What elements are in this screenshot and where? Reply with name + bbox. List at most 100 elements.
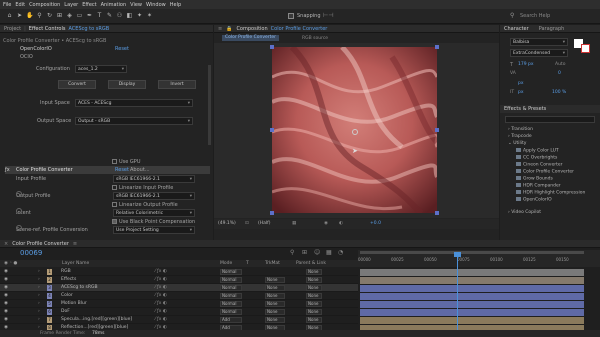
invert-button[interactable]: Invert bbox=[158, 80, 196, 89]
channel-icon[interactable]: ◉ bbox=[324, 221, 328, 226]
layer-switches[interactable]: ⁄ ƒx ◐ bbox=[155, 301, 167, 306]
expand-twirl-icon[interactable]: › bbox=[38, 309, 40, 314]
layer-parent-dropdown[interactable]: None bbox=[306, 309, 322, 315]
layer-duration-bar[interactable] bbox=[360, 317, 584, 324]
font-size-value[interactable]: 179 px bbox=[518, 62, 534, 67]
stroke-width-value[interactable]: px bbox=[518, 81, 524, 86]
layer-mode-dropdown[interactable]: Add bbox=[220, 317, 242, 323]
fit-icon[interactable]: ⊡ bbox=[245, 221, 249, 226]
black-point-box[interactable] bbox=[112, 219, 117, 224]
leading-value[interactable]: Auto bbox=[555, 62, 565, 67]
fx-toggle-icon[interactable]: ƒx bbox=[5, 167, 10, 173]
visibility-eye-icon[interactable]: ◉ bbox=[4, 277, 8, 282]
layer-handle[interactable] bbox=[435, 128, 439, 132]
menu-effect[interactable]: Effect bbox=[82, 2, 96, 8]
layer-duration-bar[interactable] bbox=[360, 277, 584, 284]
brush-tool-icon[interactable]: ✎ bbox=[106, 12, 113, 20]
layer-trkmat-dropdown[interactable]: None bbox=[265, 301, 285, 307]
layer-duration-bar[interactable] bbox=[360, 301, 584, 308]
layer-duration-bar[interactable] bbox=[360, 309, 584, 316]
camera-icon[interactable]: ◐ bbox=[339, 221, 343, 226]
eraser-tool-icon[interactable]: ◧ bbox=[126, 12, 133, 20]
layer-mode-dropdown[interactable]: Normal bbox=[220, 293, 242, 299]
opencolorio-reset-link[interactable]: Reset bbox=[115, 46, 129, 52]
effect-item[interactable]: HDR Compander bbox=[516, 183, 561, 189]
scrollbar[interactable] bbox=[208, 65, 211, 145]
column-trkmat[interactable]: TrkMat bbox=[265, 261, 280, 266]
layer-switches[interactable]: ⁄ ƒx ◐ bbox=[155, 285, 167, 290]
time-ruler[interactable]: 00000 00025 00050 00075 00100 00125 0015… bbox=[358, 250, 600, 267]
layer-duration-bar[interactable] bbox=[360, 285, 584, 292]
home-icon[interactable]: ⌂ bbox=[6, 12, 13, 20]
tab-target-layer[interactable]: ACEScg to sRGB bbox=[68, 26, 109, 32]
configuration-dropdown[interactable]: aces_1.2 bbox=[75, 65, 127, 73]
layer-handle[interactable] bbox=[270, 211, 274, 215]
baseline-value[interactable]: px bbox=[518, 90, 524, 95]
category-video-copilot[interactable]: › Video Copilot bbox=[508, 210, 541, 215]
column-layer-name[interactable]: Layer Name bbox=[62, 261, 89, 266]
layer-row[interactable]: ◉ › 1 RGB ⁄ ƒx ◐ Normal None bbox=[0, 268, 358, 276]
input-profile-dropdown[interactable]: sRGB IEC61966-2.1 bbox=[113, 175, 195, 183]
linearize-output-box[interactable] bbox=[112, 202, 117, 207]
visibility-eye-icon[interactable]: ◉ bbox=[4, 309, 8, 314]
search-layers-icon[interactable]: ⚲ bbox=[290, 249, 294, 256]
column-mode[interactable]: Mode bbox=[220, 261, 232, 266]
effect-item[interactable]: Cineon Converter bbox=[516, 162, 562, 168]
tracking-value[interactable]: 0 bbox=[558, 71, 561, 76]
cpc-reset-link[interactable]: Reset bbox=[115, 167, 129, 173]
comp-flowchart-icon[interactable]: ⊞ bbox=[302, 249, 307, 256]
panel-menu-icon[interactable]: ≡ bbox=[73, 241, 77, 247]
layer-parent-dropdown[interactable]: None bbox=[306, 293, 322, 299]
menu-edit[interactable]: Edit bbox=[15, 2, 25, 8]
opencolorio-effect-name[interactable]: OpenColorIO bbox=[20, 46, 52, 52]
type-tool-icon[interactable]: T bbox=[96, 12, 103, 20]
font-style-dropdown[interactable]: ExtraCondensed bbox=[510, 49, 568, 57]
layer-mode-dropdown[interactable]: Normal bbox=[220, 285, 242, 291]
layer-name[interactable]: RGB bbox=[61, 269, 71, 274]
camera-tool-icon[interactable]: ⊞ bbox=[56, 12, 63, 20]
zoom-tool-icon[interactable]: ⚲ bbox=[36, 12, 43, 20]
display-button[interactable]: Display bbox=[108, 80, 146, 89]
effect-item[interactable]: Color Profile Converter bbox=[516, 169, 574, 175]
pan-behind-tool-icon[interactable]: ◈ bbox=[66, 12, 73, 20]
anchor-point-icon[interactable] bbox=[352, 129, 358, 135]
category-transition[interactable]: › Transition bbox=[508, 127, 533, 132]
layer-name[interactable]: ACEScg to sRGB bbox=[61, 285, 98, 290]
cpc-about-link[interactable]: About... bbox=[130, 167, 150, 173]
linearize-input-checkbox[interactable]: Linearize Input Profile bbox=[112, 185, 173, 191]
visibility-eye-icon[interactable]: ◉ bbox=[4, 285, 8, 290]
effect-item[interactable]: HDR Highlight Compression bbox=[516, 190, 585, 196]
layer-switches[interactable]: ⁄ ƒx ◐ bbox=[155, 309, 167, 314]
puppet-tool-icon[interactable]: ✶ bbox=[146, 12, 153, 20]
effect-item[interactable]: Grow Bounds bbox=[516, 176, 553, 182]
motion-blur-icon[interactable]: ◔ bbox=[338, 249, 343, 256]
layer-switches[interactable]: ⁄ ƒx ◐ bbox=[155, 293, 167, 298]
exposure-value[interactable]: +0.0 bbox=[370, 221, 381, 226]
layer-mode-dropdown[interactable]: Normal bbox=[220, 269, 242, 275]
menu-grip-icon[interactable]: ≡ bbox=[218, 26, 222, 32]
layer-duration-bar[interactable] bbox=[360, 269, 584, 276]
layer-mode-dropdown[interactable]: Normal bbox=[220, 309, 242, 315]
expand-twirl-icon[interactable]: › bbox=[38, 277, 40, 282]
menu-help[interactable]: Help bbox=[170, 2, 181, 8]
layer-handle[interactable] bbox=[435, 45, 439, 49]
stopwatch-icon[interactable] bbox=[16, 208, 22, 214]
layer-name[interactable]: Motion Blur bbox=[61, 301, 87, 306]
playhead[interactable] bbox=[457, 252, 458, 337]
layer-mode-dropdown[interactable]: Normal bbox=[220, 301, 242, 307]
tsume-value[interactable]: 100 % bbox=[552, 90, 566, 95]
layer-handle[interactable] bbox=[270, 128, 274, 132]
resolution-dropdown[interactable]: (Half) bbox=[258, 221, 271, 226]
layer-parent-dropdown[interactable]: None bbox=[306, 317, 322, 323]
rotate-tool-icon[interactable]: ↻ bbox=[46, 12, 53, 20]
column-parent[interactable]: Parent & Link bbox=[296, 261, 326, 266]
close-icon[interactable]: × bbox=[4, 241, 8, 247]
scene-ref-dropdown[interactable]: Use Project Setting bbox=[113, 226, 195, 234]
layer-row[interactable]: ◉ › 7 Specula...ing.[red][green][blue] ⁄ ƒx … bbox=[0, 316, 358, 324]
work-area-bar[interactable] bbox=[360, 251, 584, 254]
breadcrumb-layer[interactable]: RGB source bbox=[302, 36, 328, 41]
layer-switches[interactable]: ⁄ ƒx ◐ bbox=[155, 277, 167, 282]
layer-row[interactable]: ◉ › 2 Effects ⁄ ƒx ◐ Normal None None bbox=[0, 276, 358, 284]
selection-tool-icon[interactable]: ➤ bbox=[16, 12, 23, 20]
layer-row[interactable]: ◉ › 3 ACEScg to sRGB ⁄ ƒx ◐ Normal None None bbox=[0, 284, 358, 292]
